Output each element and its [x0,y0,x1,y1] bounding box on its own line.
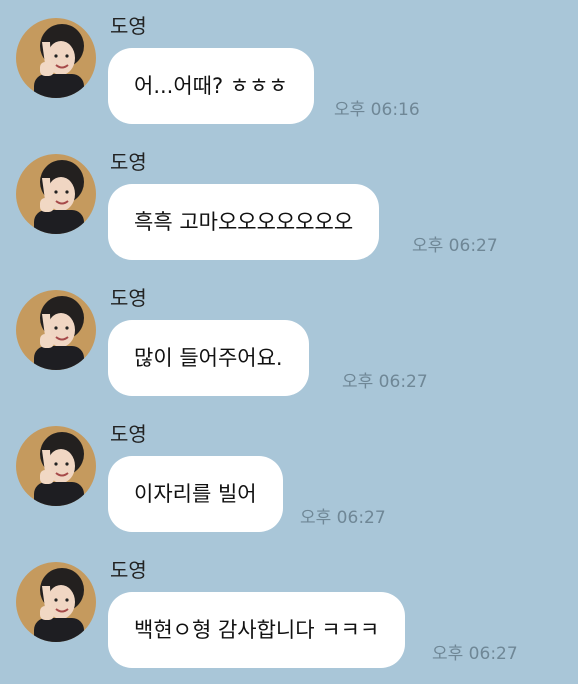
chat-message: 도영 어...어때? ㅎㅎㅎ 오후 06:16 [0,0,578,136]
message-bubble[interactable]: 어...어때? ㅎㅎㅎ [108,48,314,124]
message-time: 오후 06:27 [432,644,518,664]
profile-photo-icon[interactable] [16,562,96,642]
message-bubble[interactable]: 이자리를 빌어 [108,456,283,532]
chat-room: 도영 어...어때? ㅎㅎㅎ 오후 06:16 도영 흑흑 고마오오오오오오오 … [0,0,578,684]
profile-photo-icon[interactable] [16,426,96,506]
sender-name: 도영 [110,286,147,310]
message-bubble[interactable]: 백현ㅇ형 감사합니다 ㅋㅋㅋ [108,592,406,668]
message-time: 오후 06:27 [300,508,386,528]
sender-name: 도영 [110,14,147,38]
sender-name: 도영 [110,150,147,174]
sender-name: 도영 [110,422,147,446]
message-time: 오후 06:16 [334,100,420,120]
profile-photo-icon[interactable] [16,290,96,370]
profile-photo-icon[interactable] [16,18,96,98]
message-time: 오후 06:27 [342,372,428,392]
sender-name: 도영 [110,558,147,582]
chat-message: 도영 흑흑 고마오오오오오오오 오후 06:27 [0,136,578,272]
profile-photo-icon[interactable] [16,154,96,234]
message-time: 오후 06:27 [412,236,498,256]
chat-message: 도영 많이 들어주어요. 오후 06:27 [0,272,578,408]
message-bubble[interactable]: 많이 들어주어요. [108,320,309,396]
chat-message: 도영 백현ㅇ형 감사합니다 ㅋㅋㅋ 오후 06:27 [0,544,578,680]
chat-message: 도영 이자리를 빌어 오후 06:27 [0,408,578,544]
message-bubble[interactable]: 흑흑 고마오오오오오오오 [108,184,380,260]
